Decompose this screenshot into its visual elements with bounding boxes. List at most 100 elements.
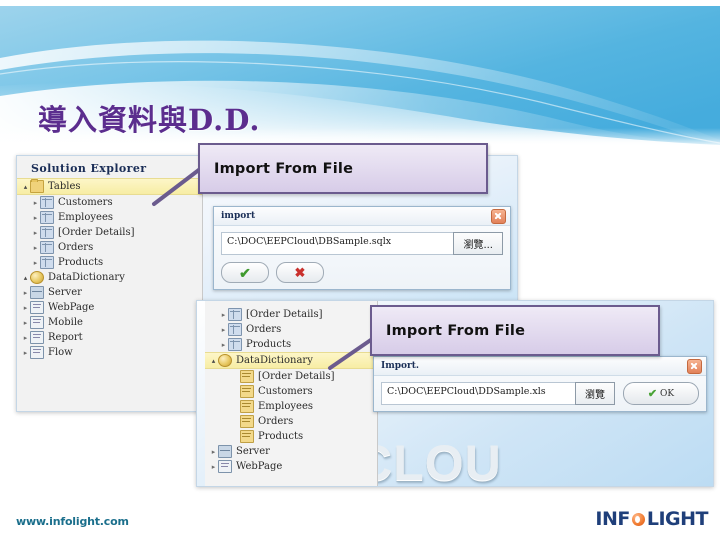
file-path-row: C:\DOC\EEPCloud\DDSample.xls 瀏覽 ✔ OK bbox=[381, 382, 699, 405]
table-icon bbox=[228, 308, 242, 321]
ok-button-label: OK bbox=[660, 388, 675, 399]
chevron-right-icon[interactable]: ▸ bbox=[21, 289, 30, 297]
chevron-down-icon[interactable]: ▴ bbox=[209, 357, 218, 365]
server-icon bbox=[30, 286, 44, 299]
tree-item-label: Customers bbox=[258, 386, 313, 397]
dialog-titlebar: import bbox=[214, 207, 510, 226]
tree-item-label: DataDictionary bbox=[236, 355, 313, 366]
confirm-button[interactable]: ✔ bbox=[221, 262, 269, 283]
chevron-right-icon[interactable]: ▸ bbox=[219, 341, 228, 349]
chevron-right-icon[interactable]: ▸ bbox=[21, 304, 30, 312]
callout-import-from-file-1: Import From File bbox=[198, 143, 488, 194]
tree-item-label: Orders bbox=[258, 416, 294, 427]
callout-import-from-file-2: Import From File bbox=[370, 305, 660, 356]
tree-item[interactable]: ▸ WebPage bbox=[17, 300, 202, 315]
ydoc-icon bbox=[240, 415, 254, 428]
tree-item[interactable]: Products bbox=[205, 429, 377, 444]
page-title: 導入資料與D.D. bbox=[38, 103, 261, 138]
close-icon[interactable] bbox=[491, 208, 506, 224]
tree-item[interactable]: ▸ Orders bbox=[17, 240, 202, 255]
tree-item[interactable]: ▸ Employees bbox=[17, 210, 202, 225]
chevron-right-icon[interactable]: ▸ bbox=[31, 214, 40, 222]
chevron-right-icon[interactable]: ▸ bbox=[219, 326, 228, 334]
chevron-right-icon[interactable]: ▸ bbox=[209, 448, 218, 456]
footer-url[interactable]: www.infolight.com bbox=[16, 515, 129, 528]
chevron-right-icon[interactable]: ▸ bbox=[31, 259, 40, 267]
page-icon bbox=[30, 331, 44, 344]
tree-item[interactable]: ▸ [Order Details] bbox=[17, 225, 202, 240]
cross-icon: ✖ bbox=[294, 265, 306, 280]
tree-item-label: Employees bbox=[58, 212, 114, 223]
ydoc-icon bbox=[240, 370, 254, 383]
chevron-right-icon[interactable]: ▸ bbox=[21, 319, 30, 327]
dialog-title: import bbox=[221, 211, 256, 221]
tree-item-label: WebPage bbox=[48, 302, 95, 313]
chevron-right-icon[interactable]: ▸ bbox=[21, 334, 30, 342]
table-icon bbox=[228, 323, 242, 336]
tree-item[interactable]: ▸ Flow bbox=[17, 345, 202, 360]
globe-icon bbox=[30, 271, 44, 284]
chevron-right-icon[interactable]: ▸ bbox=[209, 463, 218, 471]
logo-orange-drop-icon bbox=[631, 512, 646, 527]
file-path-row: C:\DOC\EEPCloud\DBSample.sqlx 瀏覽... bbox=[221, 232, 503, 255]
chevron-right-icon[interactable]: ▸ bbox=[21, 349, 30, 357]
page-icon bbox=[218, 460, 232, 473]
tree-item[interactable]: ▸ Products bbox=[17, 255, 202, 270]
chevron-right-icon[interactable]: ▸ bbox=[31, 244, 40, 252]
check-icon: ✔ bbox=[239, 264, 251, 281]
globe-icon bbox=[218, 354, 232, 367]
table-icon bbox=[40, 241, 54, 254]
tree-item[interactable]: ▴ DataDictionary bbox=[17, 270, 202, 285]
table-icon bbox=[40, 211, 54, 224]
dialog-actions: ✔ ✖ bbox=[221, 262, 503, 283]
browse-button[interactable]: 瀏覽 bbox=[575, 382, 615, 405]
folder-icon bbox=[30, 179, 44, 193]
table-icon bbox=[40, 226, 54, 239]
tree-item[interactable]: Customers bbox=[205, 384, 377, 399]
logo-text-left: INF bbox=[595, 508, 630, 530]
tree-item[interactable]: Employees bbox=[205, 399, 377, 414]
import-dialog-dd[interactable]: Import. C:\DOC\EEPCloud\DDSample.xls 瀏覽 … bbox=[373, 356, 707, 412]
page-icon bbox=[30, 346, 44, 359]
tree-item[interactable]: Orders bbox=[205, 414, 377, 429]
tree-item-label: Products bbox=[58, 257, 104, 268]
ydoc-icon bbox=[240, 385, 254, 398]
chevron-down-icon[interactable]: ▴ bbox=[21, 183, 30, 191]
tree-item-label: Orders bbox=[58, 242, 94, 253]
tree-item[interactable]: ▸ Report bbox=[17, 330, 202, 345]
ydoc-icon bbox=[240, 400, 254, 413]
table-icon bbox=[228, 338, 242, 351]
tree-item-label: Employees bbox=[258, 401, 314, 412]
chevron-right-icon[interactable]: ▸ bbox=[31, 229, 40, 237]
tree-item[interactable]: ▸ Server bbox=[205, 444, 377, 459]
tree-item-label: Products bbox=[246, 339, 292, 350]
dialog-body: C:\DOC\EEPCloud\DDSample.xls 瀏覽 ✔ OK bbox=[374, 376, 706, 411]
tree-item[interactable]: ▸ Mobile bbox=[17, 315, 202, 330]
chevron-down-icon[interactable]: ▴ bbox=[21, 274, 30, 282]
browse-button[interactable]: 瀏覽... bbox=[453, 232, 503, 255]
dialog-body: C:\DOC\EEPCloud\DBSample.sqlx 瀏覽... ✔ ✖ bbox=[214, 226, 510, 289]
ok-button[interactable]: ✔ OK bbox=[623, 382, 699, 405]
infolight-logo: INF LIGHT bbox=[595, 508, 708, 530]
chevron-right-icon[interactable]: ▸ bbox=[31, 199, 40, 207]
server-icon bbox=[218, 445, 232, 458]
tree-item-label: WebPage bbox=[236, 461, 283, 472]
tree-item-label: Tables bbox=[48, 181, 81, 192]
page-icon bbox=[30, 316, 44, 329]
tree-item[interactable]: ▸ Server bbox=[17, 285, 202, 300]
ydoc-icon bbox=[240, 430, 254, 443]
close-icon[interactable] bbox=[687, 358, 702, 374]
tree-item-label: DataDictionary bbox=[48, 272, 125, 283]
file-path-input[interactable]: C:\DOC\EEPCloud\DDSample.xls bbox=[381, 382, 575, 405]
slide-canvas: 導入資料與D.D. WEL Solution Explorer ▴Tables▸… bbox=[0, 0, 720, 540]
dialog-titlebar: Import. bbox=[374, 357, 706, 376]
tree-item-label: Mobile bbox=[48, 317, 83, 328]
callout-label: Import From File bbox=[214, 160, 354, 177]
import-dialog-db[interactable]: import C:\DOC\EEPCloud\DBSample.sqlx 瀏覽.… bbox=[213, 206, 511, 290]
table-icon bbox=[40, 256, 54, 269]
cancel-button[interactable]: ✖ bbox=[276, 262, 324, 283]
tree-item[interactable]: ▸ WebPage bbox=[205, 459, 377, 474]
tree-item-label: Orders bbox=[246, 324, 282, 335]
chevron-right-icon[interactable]: ▸ bbox=[219, 311, 228, 319]
file-path-input[interactable]: C:\DOC\EEPCloud\DBSample.sqlx bbox=[221, 232, 454, 255]
